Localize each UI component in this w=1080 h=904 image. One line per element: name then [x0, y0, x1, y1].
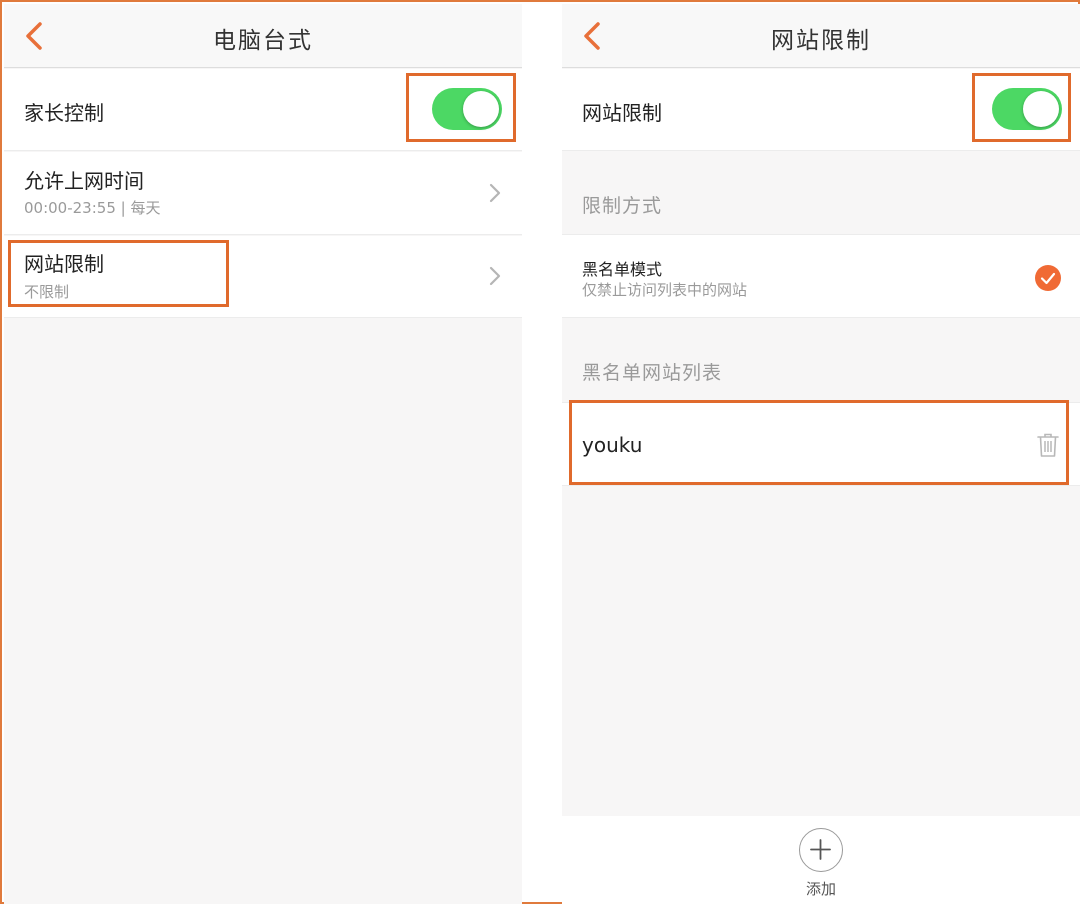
check-icon [1040, 272, 1056, 285]
trash-icon [1037, 433, 1059, 457]
online-time-row[interactable]: 允许上网时间 00:00-23:55 | 每天 [4, 152, 522, 235]
selected-check[interactable] [1035, 265, 1061, 291]
parental-control-label: 家长控制 [24, 101, 104, 125]
device-settings-screen: 电脑台式 家长控制 允许上网时间 00:00-23:55 | 每天 网站限制 不… [4, 4, 522, 904]
parental-control-toggle[interactable] [432, 88, 502, 130]
chevron-right-icon [489, 266, 501, 286]
mode-section-header: 限制方式 [582, 195, 663, 217]
navigation-bar: 网站限制 [562, 4, 1080, 68]
blacklist-mode-description: 仅禁止访问列表中的网站 [582, 281, 748, 299]
online-time-value: 00:00-23:55 | 每天 [24, 199, 161, 217]
website-limit-label: 网站限制 [582, 101, 662, 125]
blacklist-item: youku [562, 402, 1080, 486]
add-label: 添加 [805, 880, 836, 898]
online-time-label: 允许上网时间 [24, 169, 144, 193]
website-limit-switch-row: 网站限制 [562, 69, 1080, 151]
plus-icon [810, 839, 831, 860]
website-limit-toggle[interactable] [992, 88, 1062, 130]
website-limit-row[interactable]: 网站限制 不限制 [4, 236, 522, 318]
toggle-knob [463, 91, 499, 127]
bottom-toolbar: 添加 [562, 816, 1080, 904]
blacklist-mode-label: 黑名单模式 [582, 260, 663, 279]
navigation-bar: 电脑台式 [4, 4, 522, 68]
page-title: 电脑台式 [213, 28, 313, 54]
website-limit-screen: 网站限制 网站限制 限制方式 黑名单模式 仅禁止访问列表中的网站 黑名单网站列表… [562, 4, 1080, 904]
website-limit-label: 网站限制 [24, 252, 104, 276]
chevron-right-icon [489, 183, 501, 203]
delete-button[interactable] [1036, 432, 1060, 458]
blacklist-site-name: youku [582, 433, 643, 457]
blacklist-section-header: 黑名单网站列表 [582, 362, 723, 384]
blacklist-mode-row[interactable]: 黑名单模式 仅禁止访问列表中的网站 [562, 234, 1080, 318]
add-button[interactable] [799, 828, 843, 872]
page-title: 网站限制 [771, 28, 871, 54]
screenshot-frame: 电脑台式 家长控制 允许上网时间 00:00-23:55 | 每天 网站限制 不… [0, 0, 1080, 904]
parental-control-row: 家长控制 [4, 69, 522, 151]
website-limit-value: 不限制 [24, 283, 70, 301]
toggle-knob [1023, 91, 1059, 127]
